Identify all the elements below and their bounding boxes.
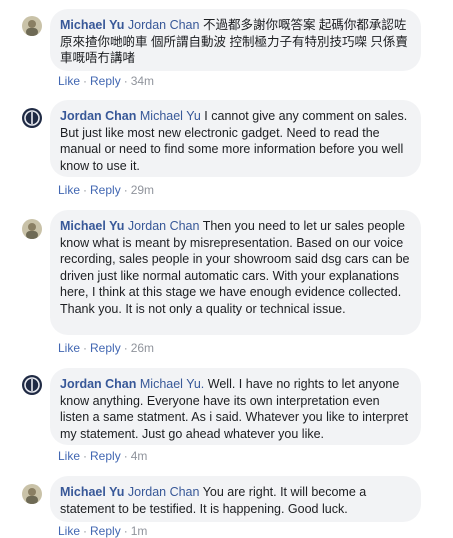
reply-link[interactable]: Reply — [90, 524, 121, 538]
reply-link[interactable]: Reply — [90, 449, 121, 463]
separator: · — [123, 74, 128, 88]
reply-link[interactable]: Reply — [90, 183, 121, 197]
separator: · — [123, 341, 128, 355]
comment-actions: Like · Reply · 29m — [58, 183, 154, 197]
separator: · — [83, 449, 88, 463]
comment-mention[interactable]: Jordan Chan — [128, 219, 200, 233]
comment-time[interactable]: 26m — [131, 341, 154, 355]
like-link[interactable]: Like — [58, 341, 80, 355]
separator: · — [83, 341, 88, 355]
separator: · — [83, 183, 88, 197]
comment-bubble: Jordan Chan Michael Yu I cannot give any… — [50, 100, 421, 177]
like-link[interactable]: Like — [58, 524, 80, 538]
comment-bubble: Jordan Chan Michael Yu. Well. I have no … — [50, 368, 421, 445]
comment-author[interactable]: Jordan Chan — [60, 377, 136, 391]
comment-mention[interactable]: Jordan Chan — [128, 18, 200, 32]
comment-author[interactable]: Jordan Chan — [60, 109, 136, 123]
separator: · — [83, 74, 88, 88]
like-link[interactable]: Like — [58, 183, 80, 197]
comment-bubble: Michael Yu Jordan Chan 不過都多謝你嘅答案 起碼你都承認咗… — [50, 9, 421, 71]
comment-actions: Like · Reply · 4m — [58, 449, 147, 463]
comment-mention[interactable]: Michael Yu — [140, 109, 201, 123]
separator: · — [123, 183, 128, 197]
jordan-avatar[interactable] — [22, 375, 42, 395]
michael-avatar[interactable] — [22, 16, 42, 36]
comment-time[interactable]: 29m — [131, 183, 154, 197]
separator: · — [83, 524, 88, 538]
comment-actions: Like · Reply · 1m — [58, 524, 147, 538]
michael-avatar[interactable] — [22, 219, 42, 239]
like-link[interactable]: Like — [58, 449, 80, 463]
jordan-avatar[interactable] — [22, 108, 42, 128]
comment-author[interactable]: Michael Yu — [60, 485, 124, 499]
comment-author[interactable]: Michael Yu — [60, 219, 124, 233]
separator: · — [123, 524, 128, 538]
comment-time[interactable]: 4m — [131, 449, 148, 463]
michael-avatar[interactable] — [22, 484, 42, 504]
reply-link[interactable]: Reply — [90, 341, 121, 355]
comment-author[interactable]: Michael Yu — [60, 18, 124, 32]
comment-time[interactable]: 1m — [131, 524, 148, 538]
comment-actions: Like · Reply · 34m — [58, 74, 154, 88]
comment-bubble: Michael Yu Jordan Chan You are right. It… — [50, 476, 421, 522]
separator: · — [123, 449, 128, 463]
comment-time[interactable]: 34m — [131, 74, 154, 88]
comment-actions: Like · Reply · 26m — [58, 341, 154, 355]
like-link[interactable]: Like — [58, 74, 80, 88]
comment-bubble: Michael Yu Jordan Chan Then you need to … — [50, 210, 421, 335]
comment-mention[interactable]: Jordan Chan — [128, 485, 200, 499]
comment-text: Then you need to let ur sales people kno… — [60, 219, 410, 316]
reply-link[interactable]: Reply — [90, 74, 121, 88]
comment-mention[interactable]: Michael Yu. — [140, 377, 204, 391]
